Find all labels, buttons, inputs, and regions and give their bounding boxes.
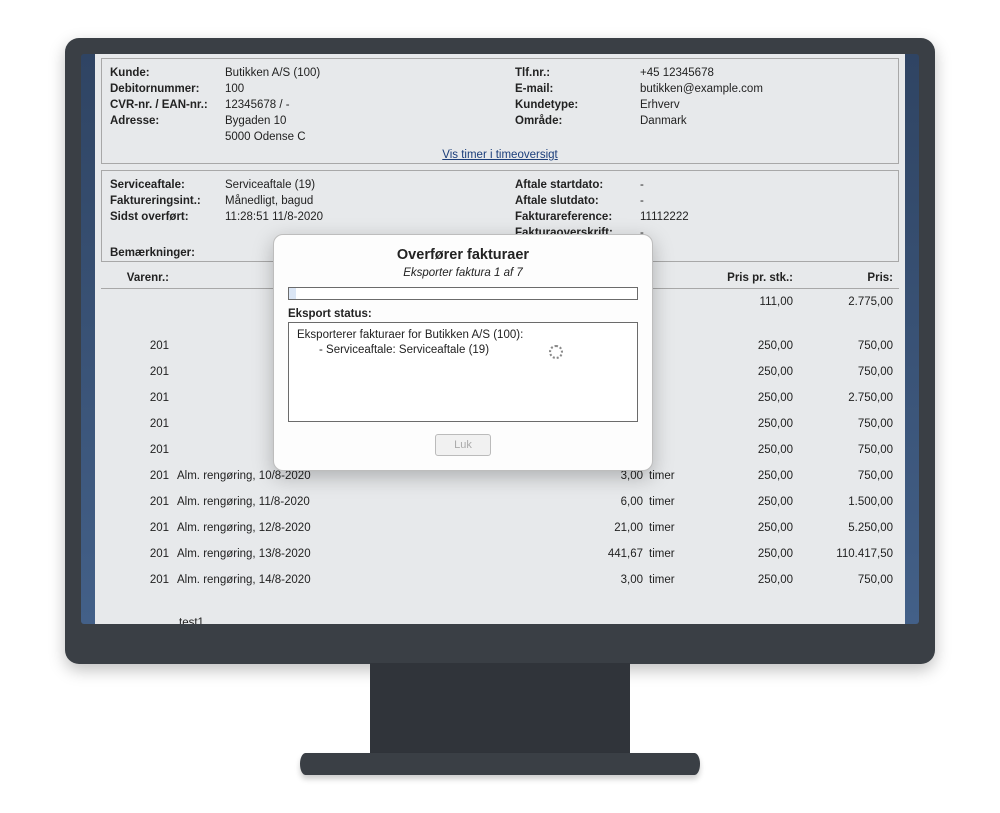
value-email: butikken@example.com [640, 81, 890, 97]
label-aftale-startdato: Aftale startdato: [515, 177, 640, 193]
status-box: Eksporterer fakturaer for Butikken A/S (… [288, 322, 638, 422]
value-cvr-ean: 12345678 / - [225, 97, 485, 113]
status-line-1: Eksporterer fakturaer for Butikken A/S (… [297, 329, 629, 341]
test-line: test1 [101, 611, 899, 624]
label-aftale-slutdato: Aftale slutdato: [515, 193, 640, 209]
table-row[interactable]: 201 Alm. rengøring, 14/8-2020 3,00 timer… [101, 567, 899, 593]
value-kunde: Butikken A/S (100) [225, 65, 485, 81]
loading-spinner-icon [549, 345, 563, 359]
customer-panel: Kunde:Butikken A/S (100) Debitornummer:1… [101, 58, 899, 164]
value-sidst-overfoert: 11:28:51 11/8-2020 [225, 209, 485, 225]
col-prisstk: Pris pr. stk.: [693, 272, 793, 284]
value-omraade: Danmark [640, 113, 890, 129]
label-faktureringsint: Faktureringsint.: [110, 193, 225, 209]
value-serviceaftale: Serviceaftale (19) [225, 177, 485, 193]
label-omraade: Område: [515, 113, 640, 129]
col-pris: Pris: [793, 272, 893, 284]
label-fakturareference: Fakturareference: [515, 209, 640, 225]
table-row[interactable]: 201 Alm. rengøring, 11/8-2020 6,00 timer… [101, 489, 899, 515]
export-modal: Overfører fakturaer Eksporter faktura 1 … [273, 234, 653, 471]
table-row[interactable]: 201 Alm. rengøring, 13/8-2020 441,67 tim… [101, 541, 899, 567]
col-varenr: Varenr.: [107, 272, 177, 284]
screen: Kunde:Butikken A/S (100) Debitornummer:1… [81, 54, 919, 624]
progress-fill [289, 288, 296, 299]
value-fakturareference: 11112222 [640, 209, 890, 225]
label-kundetype: Kundetype: [515, 97, 640, 113]
value-aftale-slutdato: - [640, 193, 890, 209]
monitor-bezel: Kunde:Butikken A/S (100) Debitornummer:1… [65, 38, 935, 664]
value-debitornummer: 100 [225, 81, 485, 97]
value-aftale-startdato: - [640, 177, 890, 193]
label-kunde: Kunde: [110, 65, 225, 81]
monitor-mockup: Kunde:Butikken A/S (100) Debitornummer:1… [65, 38, 935, 775]
label-tlf: Tlf.nr.: [515, 65, 640, 81]
status-label: Eksport status: [288, 308, 638, 320]
app-window: Kunde:Butikken A/S (100) Debitornummer:1… [95, 54, 905, 624]
monitor-stand-base [300, 753, 700, 775]
close-button[interactable]: Luk [435, 434, 491, 456]
status-line-2: - Serviceaftale: Serviceaftale (19) [297, 344, 629, 356]
value-adresse2: 5000 Odense C [225, 129, 485, 145]
value-fakturaoverskrift: - [640, 225, 890, 241]
label-sidst-overfoert: Sidst overført: [110, 209, 225, 225]
table-row[interactable]: 201 Alm. rengøring, 12/8-2020 21,00 time… [101, 515, 899, 541]
progress-bar [288, 287, 638, 300]
value-adresse1: Bygaden 10 [225, 113, 485, 129]
modal-subtitle: Eksporter faktura 1 af 7 [288, 267, 638, 279]
label-serviceaftale: Serviceaftale: [110, 177, 225, 193]
label-email: E-mail: [515, 81, 640, 97]
value-kundetype: Erhverv [640, 97, 890, 113]
monitor-stand-neck [370, 663, 630, 753]
modal-title: Overfører fakturaer [288, 247, 638, 263]
value-tlf: +45 12345678 [640, 65, 890, 81]
label-cvr-ean: CVR-nr. / EAN-nr.: [110, 97, 225, 113]
label-adresse: Adresse: [110, 113, 225, 129]
value-faktureringsint: Månedligt, bagud [225, 193, 485, 209]
link-vis-timer[interactable]: Vis timer i timeoversigt [442, 149, 557, 161]
label-debitornummer: Debitornummer: [110, 81, 225, 97]
